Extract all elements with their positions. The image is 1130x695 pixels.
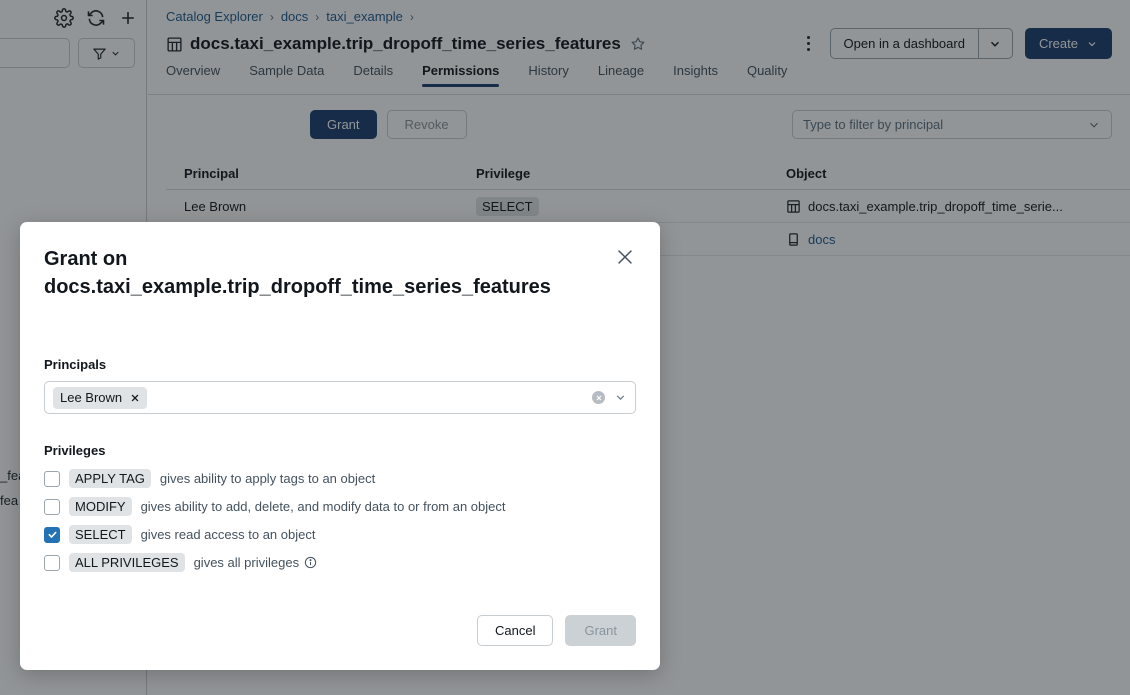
principals-input-controls (592, 391, 627, 404)
privilege-description: gives ability to add, delete, and modify… (141, 499, 506, 514)
privilege-description-wrapper: gives all privileges (194, 555, 318, 570)
principals-label: Principals (44, 357, 636, 372)
checkbox-all-privileges[interactable] (44, 555, 60, 571)
privilege-row-modify[interactable]: MODIFY gives ability to add, delete, and… (44, 497, 636, 516)
privilege-row-all-privileges[interactable]: ALL PRIVILEGES gives all privileges (44, 553, 636, 572)
info-circle-icon[interactable] (304, 556, 317, 569)
privileges-label: Privileges (44, 443, 636, 458)
grant-submit-button[interactable]: Grant (565, 615, 636, 646)
privilege-name: SELECT (69, 525, 132, 544)
privilege-description: gives ability to apply tags to an object (160, 471, 375, 486)
privilege-name: APPLY TAG (69, 469, 151, 488)
checkbox-apply-tag[interactable] (44, 471, 60, 487)
cancel-button[interactable]: Cancel (477, 615, 553, 646)
close-icon[interactable] (614, 246, 636, 268)
modal-title: Grant on docs.taxi_example.trip_dropoff_… (44, 246, 589, 301)
principal-token-label: Lee Brown (60, 390, 122, 405)
close-icon[interactable] (130, 393, 140, 403)
grant-modal: Grant on docs.taxi_example.trip_dropoff_… (20, 222, 660, 670)
privilege-description: gives read access to an object (141, 527, 316, 542)
principal-token[interactable]: Lee Brown (53, 387, 147, 409)
privilege-name: ALL PRIVILEGES (69, 553, 185, 572)
privileges-list: APPLY TAG gives ability to apply tags to… (44, 469, 636, 572)
checkbox-modify[interactable] (44, 499, 60, 515)
chevron-down-icon[interactable] (614, 391, 627, 404)
clear-circle-icon[interactable] (592, 391, 605, 404)
principals-input[interactable]: Lee Brown (44, 381, 636, 414)
modal-footer: Cancel Grant (44, 615, 636, 646)
privilege-row-select[interactable]: SELECT gives read access to an object (44, 525, 636, 544)
modal-header: Grant on docs.taxi_example.trip_dropoff_… (44, 246, 636, 301)
privilege-description: gives all privileges (194, 555, 300, 570)
privilege-row-apply-tag[interactable]: APPLY TAG gives ability to apply tags to… (44, 469, 636, 488)
privilege-name: MODIFY (69, 497, 132, 516)
checkbox-select[interactable] (44, 527, 60, 543)
